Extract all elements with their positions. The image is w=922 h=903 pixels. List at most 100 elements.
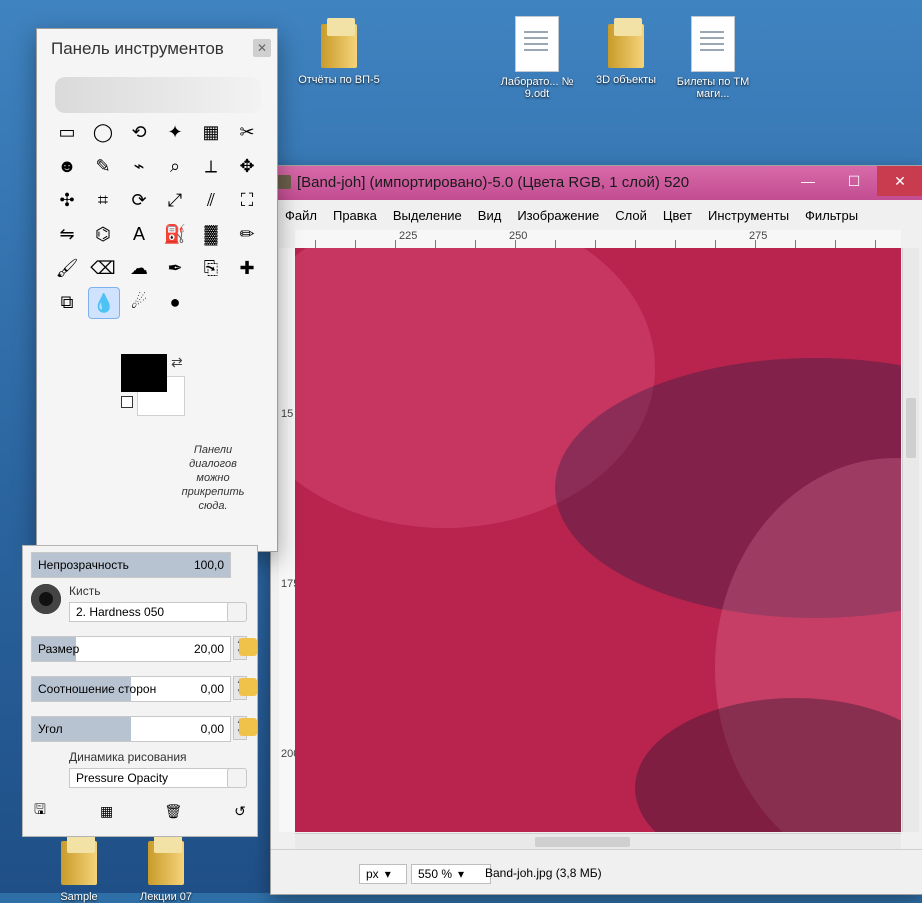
toolbox-title: Панель инструментов	[51, 39, 224, 58]
scale-icon[interactable]: ⤢	[160, 185, 190, 215]
close-icon[interactable]: ✕	[877, 166, 922, 196]
opacity-slider[interactable]: Непрозрачность 100,0	[31, 552, 231, 578]
image-canvas[interactable]	[295, 248, 901, 832]
magic-wand-icon[interactable]: ✦	[160, 117, 190, 147]
folder-icon	[144, 835, 188, 887]
ruler-horizontal[interactable]: 225 250 275	[295, 230, 901, 249]
rect-select-icon[interactable]: ▭	[52, 117, 82, 147]
reset-aspect-icon[interactable]	[239, 678, 257, 696]
delete-options-icon[interactable]: 🗑	[164, 802, 182, 820]
foreground-select-icon[interactable]: ☻	[52, 151, 82, 181]
scissors-icon[interactable]: ✂	[232, 117, 262, 147]
menu-file[interactable]: Файл	[285, 208, 317, 223]
zoom-icon[interactable]: ⌕	[160, 151, 190, 181]
bucket-fill-icon[interactable]: ⛽	[160, 219, 190, 249]
airbrush-icon[interactable]: ☁	[124, 253, 154, 283]
hint-line: можно	[196, 472, 230, 484]
brush-preview[interactable]	[31, 584, 61, 614]
vertical-scrollbar[interactable]	[902, 248, 919, 832]
rotate-icon[interactable]: ⟳	[124, 185, 154, 215]
gimp-titlebar[interactable]: [Band-joh] (импортировано)-5.0 (Цвета RG…	[271, 166, 922, 200]
eraser-icon[interactable]: ⌫	[88, 253, 118, 283]
maximize-icon[interactable]: ☐	[831, 166, 877, 196]
desktop-icon-doc[interactable]: Билеты по ТМ маги...	[669, 16, 757, 100]
unit-select[interactable]: px ▾	[359, 864, 407, 884]
dock-hint: Панели диалогов можно прикрепить сюда.	[157, 443, 269, 513]
default-colors-icon[interactable]	[121, 396, 133, 408]
clone-icon[interactable]: ⎘	[196, 253, 226, 283]
text-icon[interactable]: A	[124, 219, 154, 249]
dynamics-field[interactable]: Pressure Opacity	[69, 768, 233, 788]
lasso-icon[interactable]: ⟲	[124, 117, 154, 147]
align-icon[interactable]: ✣	[52, 185, 82, 215]
ink-icon[interactable]: ✒	[160, 253, 190, 283]
edit-brush-icon[interactable]	[227, 602, 247, 622]
menu-view[interactable]: Вид	[478, 208, 502, 223]
folder-icon	[57, 835, 101, 887]
vertical-scrollbar-thumb[interactable]	[906, 398, 916, 458]
unit-value: px	[366, 867, 379, 881]
menu-image[interactable]: Изображение	[517, 208, 599, 223]
blur-sharpen-icon[interactable]: 💧	[88, 287, 120, 319]
angle-slider[interactable]: Угол 0,00	[31, 716, 231, 742]
crop-icon[interactable]: ⌗	[88, 185, 118, 215]
menu-filters[interactable]: Фильтры	[805, 208, 858, 223]
aspect-slider[interactable]: Соотношение сторон 0,00	[31, 676, 231, 702]
color-picker-icon[interactable]: ⌁	[124, 151, 154, 181]
desktop-icon-folder[interactable]: 3D объекты	[582, 18, 670, 86]
folder-icon	[604, 18, 648, 70]
menu-select[interactable]: Выделение	[393, 208, 462, 223]
hint-line: диалогов	[189, 458, 237, 470]
menu-tools[interactable]: Инструменты	[708, 208, 789, 223]
horizontal-scrollbar[interactable]	[295, 833, 901, 850]
size-slider[interactable]: Размер 20,00	[31, 636, 231, 662]
reset-options-icon[interactable]: ↺	[231, 802, 249, 820]
pencil-icon[interactable]: ✏	[232, 219, 262, 249]
shear-icon[interactable]: ⫽	[196, 185, 226, 215]
close-icon[interactable]: ✕	[253, 39, 271, 57]
menu-layer[interactable]: Слой	[615, 208, 647, 223]
dodge-burn-icon[interactable]: ●	[160, 287, 190, 317]
desktop-icon-folder[interactable]: Отчёты по ВП-5	[295, 18, 383, 86]
zoom-select[interactable]: 550 % ▾	[411, 864, 491, 884]
gimp-app-icon	[277, 175, 291, 189]
toolbox-window: Панель инструментов ✕ ▭ ◯ ⟲ ✦ ▦ ✂ ☻ ✎ ⌁ ⌕ ⟂ ✥ ✣ ⌗ ⟳ ⤢ ⫽ ⛶…	[36, 28, 278, 552]
menubar: Файл Правка Выделение Вид Изображение Сл…	[271, 204, 922, 226]
perspective-icon[interactable]: ⛶	[232, 185, 262, 215]
document-icon	[515, 16, 559, 72]
tool-options-panel: Непрозрачность 100,0 Кисть 2. Hardness 0…	[22, 545, 258, 837]
ruler-vertical[interactable]: 15 175 200	[279, 248, 299, 832]
move-icon[interactable]: ✥	[232, 151, 262, 181]
brush-value: 2. Hardness 050	[76, 605, 165, 619]
brush-field[interactable]: 2. Hardness 050	[69, 602, 233, 622]
dynamics-label: Динамика рисования	[69, 750, 187, 764]
paths-icon[interactable]: ✎	[88, 151, 118, 181]
minimize-icon[interactable]: —	[785, 166, 831, 196]
cage-icon[interactable]: ⌬	[88, 219, 118, 249]
reset-angle-icon[interactable]	[239, 718, 257, 736]
fg-bg-colors[interactable]: ⇄	[121, 354, 191, 416]
ellipse-select-icon[interactable]: ◯	[88, 117, 118, 147]
restore-options-icon[interactable]: ▦	[98, 802, 116, 820]
reset-size-icon[interactable]	[239, 638, 257, 656]
horizontal-scrollbar-thumb[interactable]	[535, 837, 630, 847]
size-value: 20,00	[193, 642, 224, 656]
foreground-color[interactable]	[121, 354, 167, 392]
flip-icon[interactable]: ⇋	[52, 219, 82, 249]
desktop-icon-doc[interactable]: Лаборато... № 9.odt	[493, 16, 581, 100]
window-title: [Band-joh] (импортировано)-5.0 (Цвета RG…	[297, 174, 690, 191]
save-options-icon[interactable]: 🖫	[31, 801, 49, 820]
paintbrush-icon[interactable]: 🖌	[52, 253, 82, 283]
desktop-icon-label: Билеты по ТМ маги...	[676, 76, 750, 100]
menu-edit[interactable]: Правка	[333, 208, 377, 223]
perspective-clone-icon[interactable]: ⧉	[52, 287, 82, 317]
menu-color[interactable]: Цвет	[663, 208, 692, 223]
select-by-color-icon[interactable]: ▦	[196, 117, 226, 147]
opacity-label: Непрозрачность	[38, 558, 129, 572]
measure-icon[interactable]: ⟂	[196, 151, 226, 181]
heal-icon[interactable]: ✚	[232, 253, 262, 283]
edit-dynamics-icon[interactable]	[227, 768, 247, 788]
gradient-icon[interactable]: ▓	[196, 219, 226, 249]
swap-colors-icon[interactable]: ⇄	[171, 354, 183, 371]
smudge-icon[interactable]: ☄	[124, 287, 154, 317]
